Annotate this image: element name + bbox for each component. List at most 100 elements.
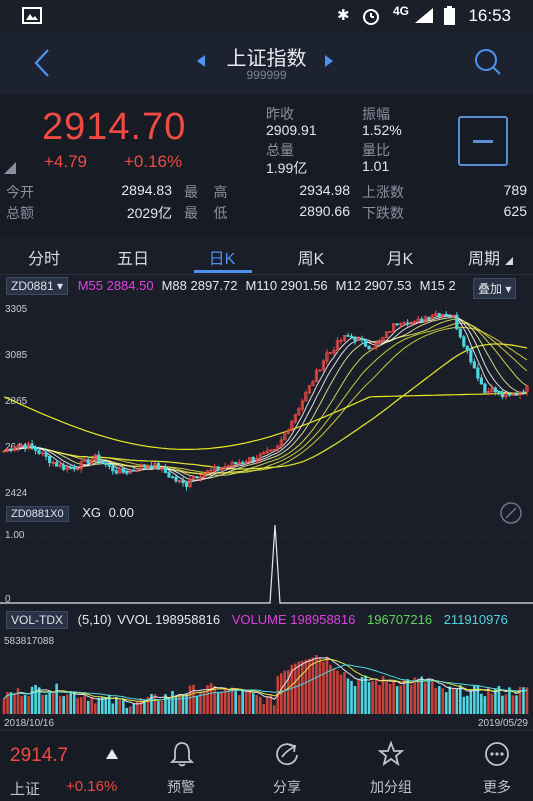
- tab-weekly-k[interactable]: 周K: [281, 245, 341, 269]
- period-tabs: 分时 五日 日K 周K 月K 周期: [0, 236, 533, 275]
- volume-bar: [480, 693, 483, 714]
- add-group-button[interactable]: 加分组: [356, 739, 426, 799]
- volume-bar: [195, 695, 199, 714]
- vvol-label: VVOL: [117, 612, 152, 627]
- ma-line: [3, 322, 528, 474]
- header: 上证指数 999999: [0, 32, 533, 94]
- volume-bar: [55, 683, 58, 714]
- tab-daily-k[interactable]: 日K: [192, 245, 252, 269]
- candle-body: [132, 469, 136, 472]
- volume-bar: [118, 699, 122, 714]
- signal-icon: [415, 8, 433, 23]
- volume-indicator-select[interactable]: VOL-TDX: [6, 611, 69, 629]
- open-value: 2894.83: [121, 182, 172, 198]
- volume-bar: [511, 695, 515, 714]
- candle-body: [174, 476, 178, 482]
- xg-value: 0.00: [108, 505, 134, 520]
- volume-bar: [265, 696, 269, 714]
- candle-body: [142, 464, 147, 467]
- volume-bar: [420, 676, 423, 714]
- candle-body: [97, 454, 101, 462]
- bottom-stock-name: 上证: [10, 781, 41, 798]
- volume-bar: [444, 692, 448, 714]
- up-count-value: 789: [503, 182, 527, 198]
- sub-indicator-select[interactable]: ZD0881X0: [6, 506, 69, 522]
- high-label: 最 高: [184, 184, 228, 200]
- volume-bar: [301, 660, 304, 714]
- up-count-label: 上涨数: [362, 184, 404, 200]
- low-value: 2890.66: [299, 203, 350, 219]
- share-button[interactable]: 分享: [252, 739, 322, 799]
- candle-body: [346, 335, 350, 337]
- candle-body: [349, 335, 354, 338]
- candlestick-chart[interactable]: 33053085286526442424: [0, 300, 533, 500]
- candle-body: [476, 367, 480, 379]
- volume-bar: [69, 691, 72, 714]
- candle-body: [62, 464, 66, 470]
- volume-bar: [213, 685, 216, 714]
- volume-bar: [406, 679, 409, 714]
- volume-bar: [20, 696, 23, 714]
- candle-body: [9, 448, 13, 451]
- y-tick-label: 3305: [5, 304, 28, 315]
- ma-item-m12: M12 2907.53: [335, 278, 412, 293]
- alert-button[interactable]: 预警: [146, 739, 216, 799]
- tab-five-day[interactable]: 五日: [103, 245, 163, 269]
- corner-indicator-icon: [4, 162, 16, 174]
- volume-bar: [294, 663, 297, 714]
- volume-bar: [122, 699, 125, 714]
- remove-watchlist-button[interactable]: [458, 116, 508, 166]
- share-icon: [276, 743, 298, 766]
- bluetooth-icon: ✱: [337, 7, 350, 24]
- down-count-label: 下跌数: [362, 205, 404, 221]
- volume-chart[interactable]: 583817088 2018/10/16 2019/05/29: [0, 632, 533, 728]
- ma-item-m15: M15 2: [419, 278, 456, 293]
- volume-bar: [437, 686, 441, 714]
- candle-body: [420, 318, 424, 322]
- volume-bar: [381, 676, 385, 714]
- volume-bar: [241, 689, 244, 714]
- volume-bar: [13, 694, 16, 714]
- date-end: 2019/05/29: [478, 718, 528, 728]
- volume-bar: [255, 694, 259, 714]
- volume-bar: [322, 661, 325, 714]
- volume-bar: [315, 655, 318, 714]
- xg-label: XG: [82, 505, 102, 520]
- expand-icon[interactable]: [500, 502, 522, 524]
- candle-body: [55, 462, 59, 467]
- vvol-value: 198958816: [155, 612, 221, 627]
- candle-body: [104, 462, 108, 465]
- candle-body: [469, 349, 473, 363]
- bottom-price: 2914.7: [10, 745, 69, 766]
- volume-bar: [51, 691, 55, 714]
- volume-bar: [388, 683, 392, 714]
- main-indicator-select[interactable]: ZD0881 ▾: [6, 277, 69, 295]
- volume-value: 1.99亿: [266, 160, 308, 176]
- network-type: 4G: [393, 4, 410, 18]
- candle-body: [121, 468, 125, 473]
- volume-bar: [318, 657, 322, 714]
- search-icon[interactable]: [474, 48, 502, 76]
- quote-panel: 2914.70 +4.79 +0.16% 昨收 2909.91 总量 1.99亿…: [0, 94, 533, 234]
- xg-chart: 1.000: [0, 525, 533, 605]
- more-button[interactable]: 更多: [462, 739, 532, 799]
- overlay-button[interactable]: 叠加 ▾: [473, 278, 517, 299]
- ma-item-m110: M110 2901.56: [245, 278, 328, 293]
- volume-bar: [462, 696, 466, 714]
- tab-intraday[interactable]: 分时: [14, 245, 74, 269]
- main-indicator-bar: ZD0881 ▾ M55 2884.50 M88 2897.72 M110 2901…: [6, 277, 456, 298]
- down-count-value: 625: [503, 203, 527, 219]
- volume-bar: [234, 691, 237, 714]
- tab-monthly-k[interactable]: 月K: [370, 245, 430, 269]
- next-stock-icon[interactable]: [324, 54, 334, 68]
- candle-body: [149, 465, 154, 469]
- bell-icon: [170, 742, 194, 767]
- current-price: 2914.70: [42, 106, 187, 148]
- volume-bar: [48, 692, 51, 714]
- gallery-icon: [22, 7, 42, 24]
- volume-bar: [459, 685, 462, 714]
- volume-bar: [192, 684, 195, 714]
- bottom-change-pct: +0.16%: [66, 778, 118, 795]
- period-dropdown-icon: [505, 257, 513, 265]
- volume-bar: [525, 687, 529, 714]
